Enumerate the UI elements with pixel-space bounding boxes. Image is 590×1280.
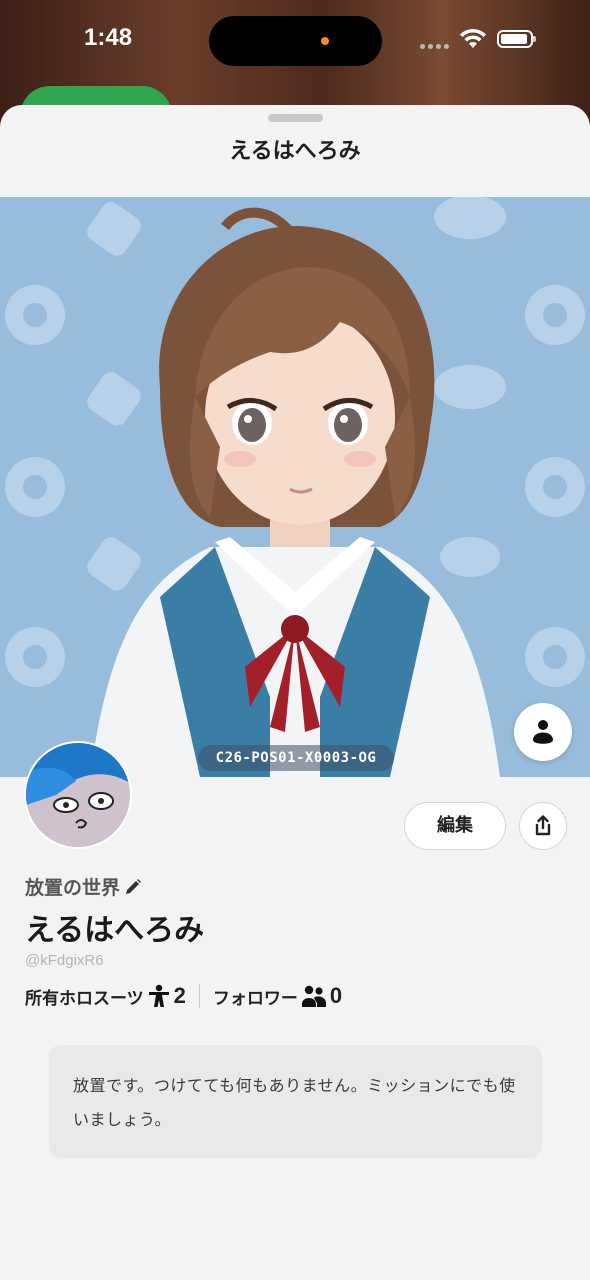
- avatar[interactable]: [24, 741, 132, 849]
- suits-label: 所有ホロスーツ: [25, 988, 144, 1009]
- stats-divider: [198, 984, 200, 1008]
- display-name: えるはへろみ: [25, 913, 205, 948]
- mannequin-icon: [533, 720, 553, 744]
- share-icon: [535, 815, 551, 836]
- dynamic-island: [209, 16, 382, 66]
- suits-count: 2: [173, 983, 186, 1008]
- pencil-icon[interactable]: [124, 878, 142, 896]
- followers-count: 0: [329, 983, 343, 1008]
- followers-label: フォロワー: [212, 988, 298, 1009]
- share-button[interactable]: [519, 802, 567, 850]
- profile-sheet: えるはへろみ C26-POS01-X0003-OG 編集 放置の世界 えるはへろ…: [0, 105, 590, 1280]
- wifi-icon: [460, 28, 486, 48]
- edit-button[interactable]: 編集: [404, 802, 506, 850]
- profile-stats: 所有ホロスーツ 2 フォロワー 0: [25, 981, 342, 1011]
- world-name: 放置の世界: [25, 877, 121, 899]
- holosuit-preview[interactable]: [0, 197, 590, 777]
- recording-dot: [321, 37, 329, 45]
- avatar-image: [26, 743, 130, 847]
- sheet-grabber[interactable]: [268, 114, 323, 122]
- person-icon: [147, 984, 171, 1008]
- world-row[interactable]: 放置の世界: [25, 873, 142, 900]
- status-time: 1:48: [84, 24, 133, 51]
- battery-icon: [497, 30, 536, 48]
- signal-icon: [420, 44, 449, 49]
- character-illustration: [0, 197, 590, 777]
- mannequin-button[interactable]: [514, 703, 572, 761]
- bio-text: 放置です。つけてても何もありません。ミッションにでも使いましょう。: [49, 1045, 542, 1158]
- serial-badge: C26-POS01-X0003-OG: [198, 745, 394, 771]
- sheet-title: えるはへろみ: [229, 139, 361, 164]
- followers-icon: [301, 984, 327, 1008]
- user-handle: @kFdgixR6: [25, 952, 104, 969]
